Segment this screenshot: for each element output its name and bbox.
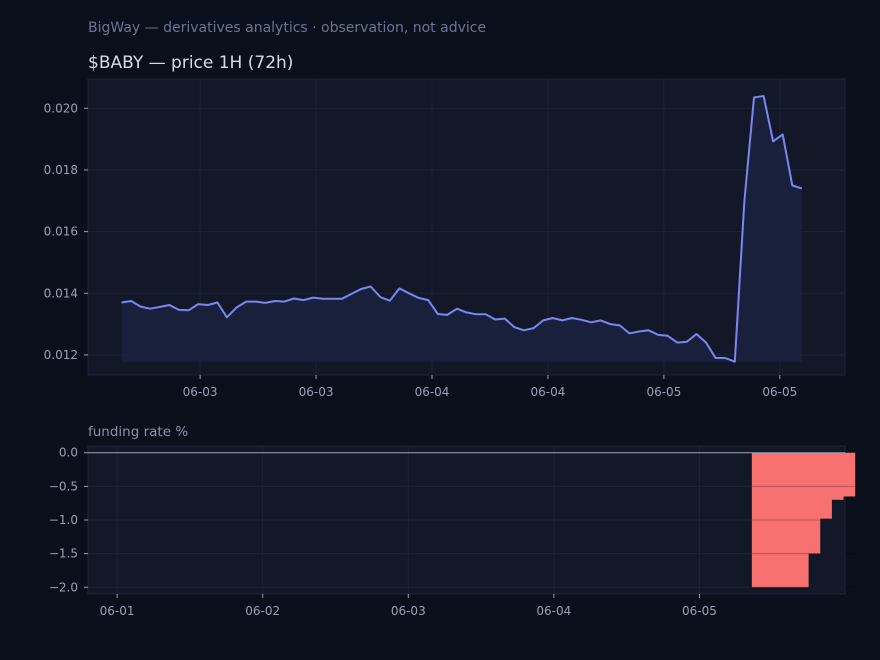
funding-x-tick-label: 06-02 [245,604,280,618]
price-y-tick-label: 0.012 [44,348,78,362]
funding-y-tick-label: −2.0 [49,580,78,594]
funding-y-tick-label: −1.5 [49,547,78,561]
price-y-tick-label: 0.020 [44,101,78,115]
funding-x-tick-label: 06-05 [682,604,717,618]
funding-y-tick-label: 0.0 [59,446,78,460]
price-x-tick-label: 06-05 [762,385,797,399]
chart-canvas: 0.012 0.014 0.016 0.018 0.020 06-03 06-03 06-04… [44,78,859,618]
price-x-tick-label: 06-04 [531,385,566,399]
funding-y-tick-label: −1.0 [49,513,78,527]
funding-x-tick-label: 06-01 [100,604,135,618]
price-y-tick-label: 0.014 [44,286,78,300]
price-x-tick-label: 06-04 [415,385,450,399]
funding-y-tick-label: −0.5 [49,479,78,493]
price-x-tick-label: 06-03 [299,385,334,399]
funding-bar [798,452,856,497]
price-y-tick-label: 0.018 [44,163,78,177]
price-y-tick-label: 0.016 [44,225,78,239]
price-x-tick-label: 06-05 [646,385,681,399]
price-x-tick-label: 06-03 [183,385,218,399]
funding-x-tick-label: 06-04 [536,604,571,618]
funding-x-tick-label: 06-03 [391,604,426,618]
